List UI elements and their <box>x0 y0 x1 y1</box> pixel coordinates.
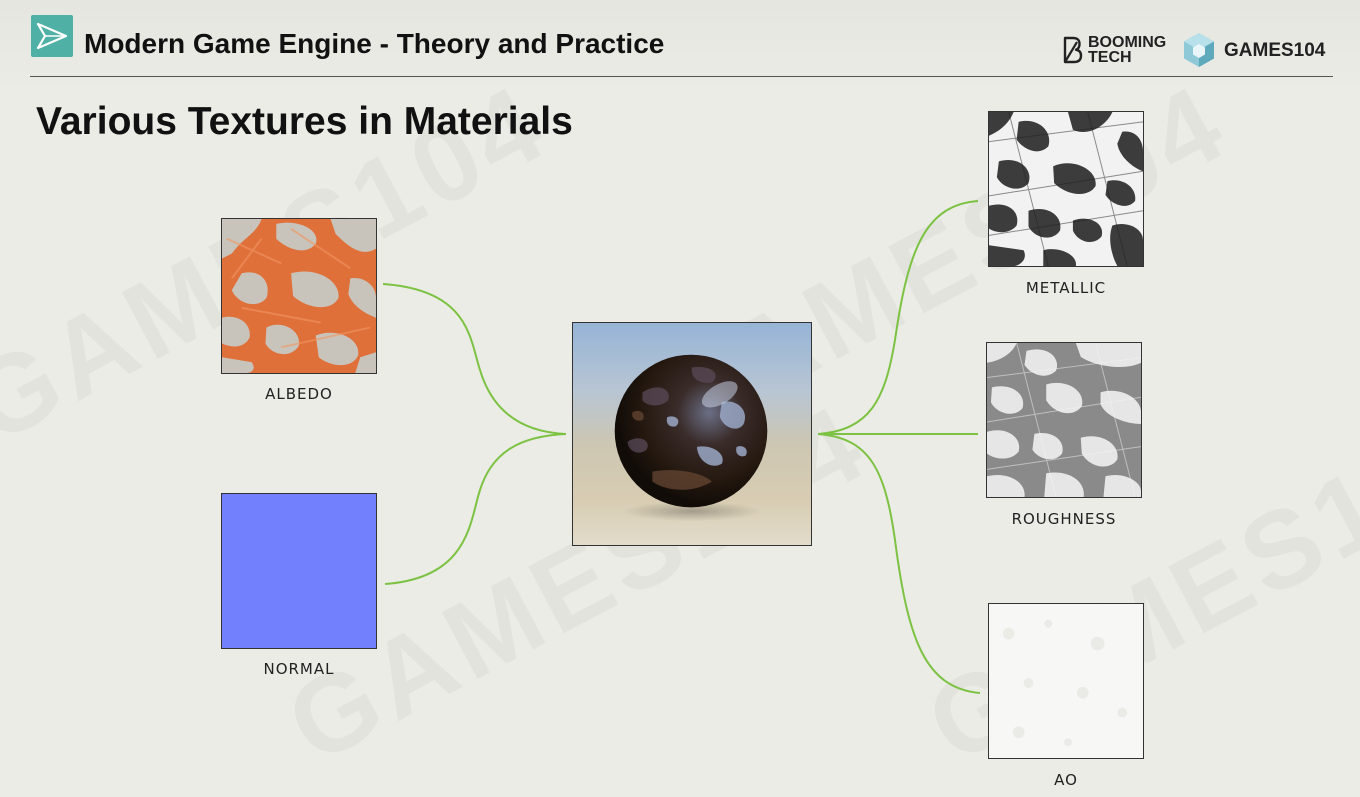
material-preview <box>572 322 812 546</box>
albedo-label: ALBEDO <box>265 385 333 403</box>
normal-texture <box>221 493 377 649</box>
metallic-label: METALLIC <box>1025 279 1107 297</box>
connector-metallic <box>817 200 979 435</box>
roughness-texture <box>986 342 1142 498</box>
metallic-texture <box>988 111 1144 267</box>
albedo-texture <box>221 218 377 374</box>
connector-ao <box>817 433 981 694</box>
normal-label: NORMAL <box>263 660 335 678</box>
ao-texture <box>988 603 1144 759</box>
slide: GAMES104 GAMES104 GAMES104 GAMES104 Mode… <box>0 0 1360 797</box>
ao-label: AO <box>1054 771 1078 789</box>
roughness-label: ROUGHNESS <box>1011 510 1117 528</box>
connector-albedo <box>382 283 567 435</box>
connector-normal <box>384 433 567 585</box>
